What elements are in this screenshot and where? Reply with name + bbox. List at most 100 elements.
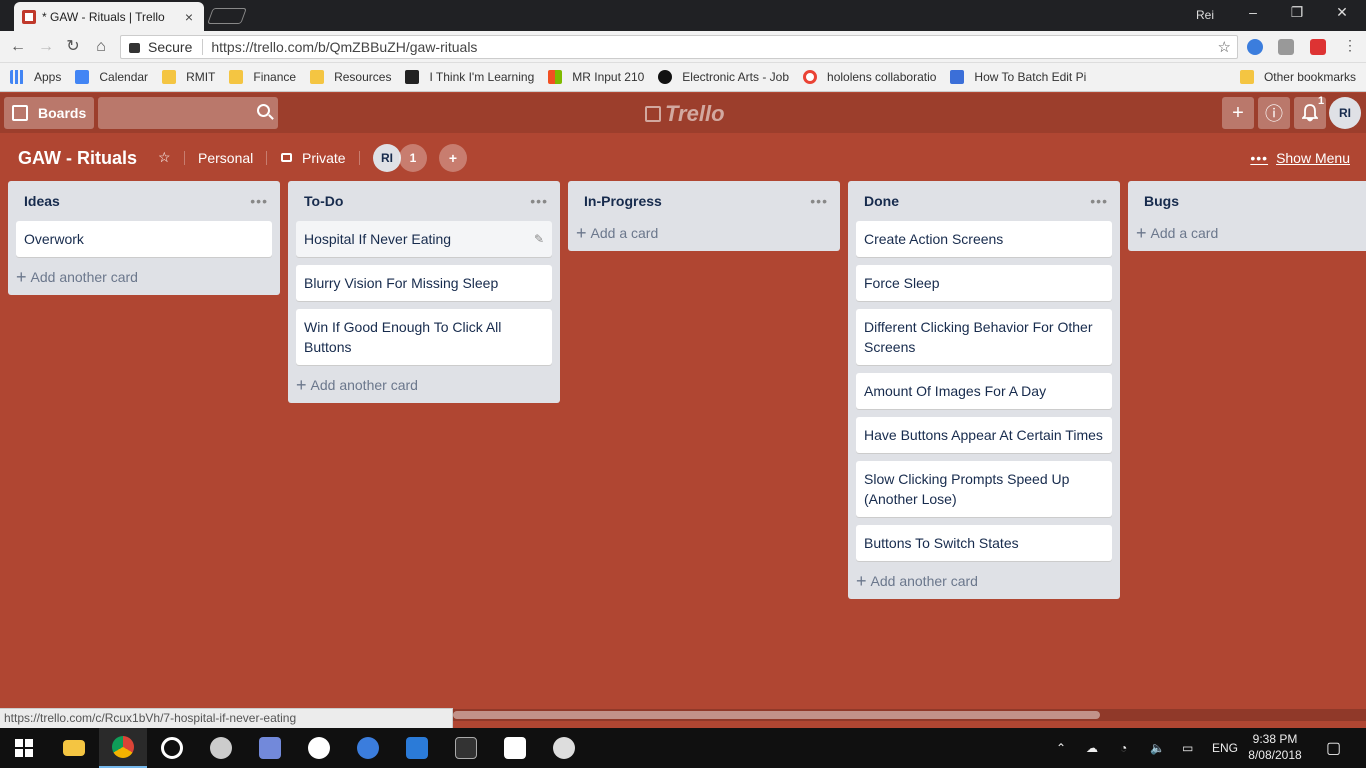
close-window-icon[interactable]: ✕ [1327, 4, 1357, 21]
show-menu-label: Show Menu [1276, 150, 1350, 166]
bookmark-rmit[interactable]: RMIT [162, 70, 215, 84]
other-bookmarks[interactable]: Other bookmarks [1239, 70, 1356, 84]
card[interactable]: Different Clicking Behavior For Other Sc… [856, 309, 1112, 365]
discord-taskbar-button[interactable] [246, 728, 294, 768]
edit-pencil-icon[interactable]: ✎ [534, 229, 544, 249]
minimize-icon[interactable]: – [1238, 4, 1268, 20]
list-header: To-Do ••• [296, 181, 552, 221]
board-title[interactable]: GAW - Rituals [18, 148, 137, 169]
boards-label: Boards [38, 105, 87, 121]
list-menu-icon[interactable]: ••• [530, 193, 548, 209]
chrome-taskbar-button[interactable] [99, 728, 147, 768]
add-member-icon[interactable]: + [439, 144, 467, 172]
browser-tab[interactable]: * GAW - Rituals | Trello × [14, 2, 204, 31]
new-tab-button[interactable] [207, 8, 247, 24]
bookmark-resources[interactable]: Resources [310, 70, 391, 84]
vscode-taskbar-button[interactable] [393, 728, 441, 768]
bookmark-calendar[interactable]: Calendar [75, 70, 148, 84]
file-explorer-button[interactable] [50, 728, 98, 768]
trello-favicon-icon [22, 9, 36, 24]
onedrive-icon[interactable]: ☁ [1086, 728, 1098, 768]
app-taskbar-button[interactable] [148, 728, 196, 768]
card[interactable]: Buttons To Switch States [856, 525, 1112, 561]
volume-icon[interactable]: 🔈 [1150, 728, 1165, 768]
boards-icon [12, 105, 28, 121]
add-card-button[interactable]: + Add a card [1136, 221, 1358, 243]
folder-icon [162, 70, 177, 84]
extension-lastpass-icon[interactable] [1310, 39, 1326, 55]
unity-hub-taskbar-button[interactable] [491, 728, 539, 768]
epic-games-taskbar-button[interactable] [442, 728, 490, 768]
show-menu-button[interactable]: ••• Show Menu [1250, 150, 1350, 166]
card[interactable]: Slow Clicking Prompts Speed Up (Another … [856, 461, 1112, 517]
slack-taskbar-button[interactable] [295, 728, 343, 768]
list-title[interactable]: Done [864, 193, 899, 209]
profile-name[interactable]: Rei [1196, 8, 1214, 22]
bookmark-star-icon[interactable]: ☆ [1218, 38, 1231, 56]
star-board-icon[interactable]: ☆ [158, 149, 171, 166]
scrollbar-thumb[interactable] [453, 711, 1100, 719]
add-card-button[interactable]: + Add another card [856, 569, 1112, 591]
add-card-button[interactable]: + Add another card [296, 373, 552, 395]
action-center-icon[interactable]: ▢ [1326, 728, 1341, 768]
visibility-button[interactable]: Private [302, 150, 346, 166]
card[interactable]: Hospital If Never Eating ✎ [296, 221, 552, 257]
bookmark-label: Electronic Arts - Job [682, 70, 790, 84]
card[interactable]: Force Sleep [856, 265, 1112, 301]
bookmark-batch-edit[interactable]: How To Batch Edit Pi [950, 70, 1086, 84]
boards-button[interactable]: Boards [4, 97, 94, 129]
bookmark-learning[interactable]: I Think I'm Learning [405, 70, 534, 84]
back-icon[interactable]: ← [8, 37, 28, 57]
list-title[interactable]: To-Do [304, 193, 343, 209]
bookmark-apps[interactable]: Apps [10, 70, 61, 84]
forward-icon[interactable]: → [36, 37, 56, 57]
taskbar-clock[interactable]: 9:38 PM 8/08/2018 [1245, 731, 1305, 763]
extension-globe-icon[interactable] [1247, 39, 1263, 55]
show-hidden-icons[interactable]: ⌃ [1056, 728, 1066, 768]
member-count-badge[interactable]: 1 [399, 144, 427, 172]
chrome-menu-icon[interactable]: ⋮ [1343, 37, 1357, 53]
create-button[interactable]: + [1222, 97, 1254, 129]
info-icon[interactable]: ⓘ [1258, 97, 1290, 129]
list-menu-icon[interactable]: ••• [250, 193, 268, 209]
bookmark-hololens[interactable]: hololens collaboratio [803, 70, 936, 84]
restore-icon[interactable]: ❐ [1282, 4, 1312, 21]
spotify-taskbar-button[interactable] [197, 728, 245, 768]
member-avatar[interactable]: RI [373, 144, 401, 172]
bookmark-ea[interactable]: Electronic Arts - Job [658, 70, 789, 84]
user-avatar[interactable]: RI [1329, 97, 1361, 129]
list-title[interactable]: Ideas [24, 193, 60, 209]
card[interactable]: Win If Good Enough To Click All Buttons [296, 309, 552, 365]
card[interactable]: Have Buttons Appear At Certain Times [856, 417, 1112, 453]
maps-taskbar-button[interactable] [344, 728, 392, 768]
add-card-button[interactable]: + Add a card [576, 221, 832, 243]
bookmark-mr-input[interactable]: MR Input 210 [548, 70, 644, 84]
battery-icon[interactable]: ▭ [1182, 728, 1193, 768]
horizontal-scrollbar[interactable] [453, 709, 1366, 721]
list-menu-icon[interactable]: ••• [810, 193, 828, 209]
bookmark-finance[interactable]: Finance [229, 70, 296, 84]
reload-icon[interactable]: ↻ [63, 37, 83, 57]
add-card-button[interactable]: + Add another card [16, 265, 272, 287]
extension-mail-icon[interactable] [1278, 39, 1294, 55]
card[interactable]: Blurry Vision For Missing Sleep [296, 265, 552, 301]
list-menu-icon[interactable]: ••• [1090, 193, 1108, 209]
windows-start-icon [15, 739, 33, 757]
card[interactable]: Create Action Screens [856, 221, 1112, 257]
card[interactable]: Amount Of Images For A Day [856, 373, 1112, 409]
start-button[interactable] [0, 728, 48, 768]
team-button[interactable]: Personal [198, 150, 253, 166]
home-icon[interactable]: ⌂ [91, 37, 111, 57]
secure-label: Secure [148, 39, 193, 55]
search-input[interactable] [98, 97, 278, 129]
wifi-icon[interactable]: ◔ [1120, 728, 1127, 768]
trello-logo[interactable]: Trello [645, 101, 725, 127]
windows-taskbar: ⌃ ☁ ◔ 🔈 ▭ ENG ▢ [0, 728, 1366, 768]
tab-close-icon[interactable]: × [182, 9, 196, 25]
unity-taskbar-button[interactable] [540, 728, 588, 768]
list-title[interactable]: In-Progress [584, 193, 662, 209]
card[interactable]: Overwork [16, 221, 272, 257]
language-indicator[interactable]: ENG [1212, 728, 1238, 768]
url-input[interactable]: Secure https://trello.com/b/QmZBBuZH/gaw… [120, 35, 1238, 59]
list-title[interactable]: Bugs [1144, 193, 1179, 209]
